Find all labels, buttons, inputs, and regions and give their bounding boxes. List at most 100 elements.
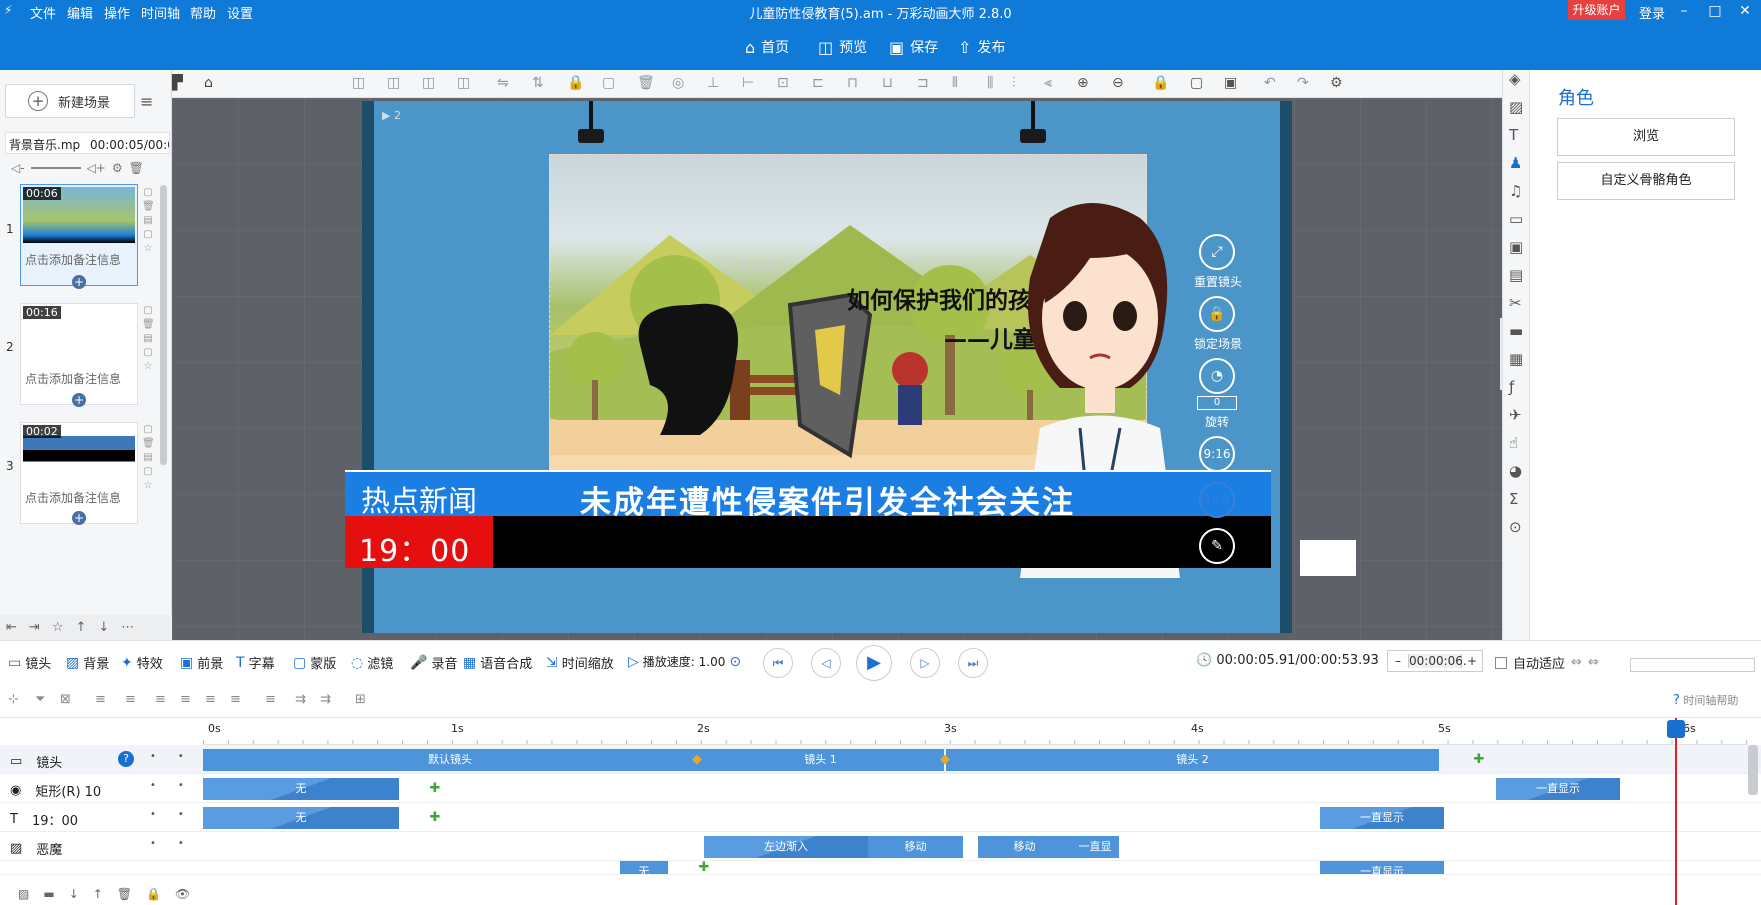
rotate-value[interactable]: 0 [1197,396,1237,410]
custom-skeleton-role-button[interactable]: 自定义骨骼角色 [1557,162,1735,200]
play-icon[interactable]: ▶ [856,645,892,681]
minimap[interactable] [1300,540,1356,576]
maximize-icon[interactable]: □ [1703,1,1727,21]
track-toggles[interactable]: •• [150,751,206,762]
upgrade-account-button[interactable]: 升级账户 [1568,0,1625,20]
minimize-icon[interactable]: – [1672,1,1696,21]
time-bar[interactable]: 19：00 [345,516,1271,569]
add-keyframe-icon[interactable]: ✚ [697,861,711,874]
distribute-icon[interactable]: ⫶ [1012,75,1016,91]
menu-help[interactable]: 帮助 [190,3,216,22]
scene-scrollbar[interactable] [160,185,167,465]
news-banner[interactable]: 热点新闻 未成年遭性侵案件引发全社会关注 [345,470,1271,521]
lock-icon[interactable]: 🔒 [567,75,584,91]
add-scene-icon[interactable]: + [72,275,86,289]
edit-icon[interactable]: ✎ [1199,528,1235,564]
scene-actions[interactable]: ▢ 🗑 ▤ ▢ ☆ [142,304,155,374]
speed-more-icon[interactable]: ⊙ [729,654,741,670]
background-tool[interactable]: ▨ 背景 [66,653,109,673]
zoom-out-icon[interactable]: ⊖ [1112,75,1124,91]
keyframe-icon[interactable]: ◆ [938,753,952,767]
camera-clip-2[interactable]: 镜头 2 [946,749,1439,771]
settings-icon[interactable]: ⚙ [1330,75,1343,91]
partial-clip[interactable]: 无 [620,861,668,874]
visibility-icon[interactable]: 👁 [175,887,190,901]
scene-note[interactable]: 点击添加备注信息 [25,489,133,506]
align-icon[interactable]: ≡ [155,692,166,707]
close-icon[interactable]: ✕ [1733,1,1757,21]
speed-tool[interactable]: ▷ 播放速度: 1.00 ⊙ [628,653,741,670]
paste-icon[interactable]: ▣ [1224,75,1237,91]
ratio-916-button[interactable]: 9:16 [1199,436,1235,472]
menu-file[interactable]: 文件 [30,3,56,22]
align-icon[interactable]: ⊏ [812,75,824,91]
playhead[interactable] [1675,718,1677,905]
menu-timeline[interactable]: 时间轴 [141,3,180,22]
music-track[interactable]: 背景音乐.mp 00:00:05/00:02:03 [5,132,170,154]
more-icon[interactable]: ⋯ [121,620,134,635]
menu-settings[interactable]: 设置 [227,3,253,22]
playhead-handle[interactable] [1667,720,1685,738]
partial-clip[interactable]: 一直显示 [1320,861,1444,874]
delete-icon[interactable]: 🗑 [117,887,132,901]
chart-icon[interactable]: ◕ [1509,462,1522,480]
lock-icon[interactable]: 🔒 [1152,75,1169,91]
menu-edit[interactable]: 编辑 [67,3,93,22]
add-keyframe-icon[interactable]: ✚ [428,782,442,796]
align-icon[interactable]: ≡ [265,692,276,707]
prev-frame-icon[interactable]: ◁ [811,648,841,678]
mask-tool[interactable]: ▢ 蒙版 [293,653,336,673]
camera-clip-1[interactable]: 镜头 1 [697,749,944,771]
volume-slider[interactable] [30,167,81,169]
volume-up-icon[interactable]: ◁+ [87,161,106,175]
align-icon[interactable]: ⊓ [847,75,858,91]
scene-note[interactable]: 点击添加备注信息 [25,251,133,268]
next-frame-icon[interactable]: ▷ [910,648,940,678]
format-painter-icon[interactable]: ▛ [172,75,183,91]
scene-note[interactable]: 点击添加备注信息 [25,370,133,387]
distribute-icon[interactable]: ⇉ [295,692,306,707]
browse-roles-button[interactable]: 浏览 [1557,118,1735,156]
zoom-in-icon[interactable]: ⊕ [1077,75,1089,91]
track-row-rect[interactable]: ◉ 矩形(R) 10 •• 无 ✚ 一直显示 [0,774,1761,803]
tool-icon[interactable]: ✂ [1509,294,1522,312]
flip-icon[interactable]: ⇅ [532,75,544,91]
prev-scene-icon[interactable]: ⏮ [763,648,793,678]
special-icon[interactable]: ▣ [1509,238,1523,256]
record-tool[interactable]: 🎤 录音 [410,653,457,673]
distribute-icon[interactable]: ⇉ [320,692,331,707]
move-down-icon[interactable]: ↓ [98,620,109,635]
sigma-icon[interactable]: Σ [1509,490,1518,508]
effects-tool[interactable]: ✦ 特效 [121,653,163,673]
rotate-icon[interactable]: ◔ [1199,358,1235,394]
align-icon[interactable]: ⊐ [917,75,929,91]
volume-down-icon[interactable]: ◁- [11,161,25,175]
home-view-icon[interactable]: ⌂ [204,75,213,91]
align-icon[interactable]: ⊔ [882,75,893,91]
scene-actions[interactable]: ▢ 🗑 ▤ ▢ ☆ [142,423,155,493]
more-icon[interactable]: ⊙ [1509,518,1522,536]
zoom-in-icon[interactable]: ⇔ [1588,655,1599,670]
lock-scene-icon[interactable]: 🔒 [1199,296,1235,332]
layer-icon[interactable]: ◫ [457,75,470,91]
export-icon[interactable]: ⇥ [29,620,40,635]
track-toggles[interactable]: •• [150,780,206,791]
camera-tool[interactable]: ▭ 镜头 [8,653,51,673]
track-row-devil[interactable]: ▨ 恶魔 •• 左边渐入 移动 移动 一直显 [0,832,1761,861]
add-scene-icon[interactable]: + [72,511,86,525]
scene-actions[interactable]: ▢ 🗑 ▤ ▢ ☆ [142,186,155,256]
move-down-icon[interactable]: ↓ [69,887,79,901]
tts-tool[interactable]: ▦ 语音合成 [463,653,532,673]
auto-fit-toggle[interactable]: 自动适应 ⇔ ⇔ [1495,653,1599,672]
music-delete-icon[interactable]: 🗑 [129,161,144,175]
timeline-help-link[interactable]: ? 时间轴帮助 [1673,692,1738,708]
align-icon[interactable]: ⊡ [777,75,789,91]
folder-icon[interactable]: ▬ [1509,322,1523,340]
star-icon[interactable]: ☆ [52,620,64,635]
shape-icon[interactable]: ◈ [1509,70,1521,88]
auto-fit-checkbox[interactable] [1495,656,1507,669]
clock-clip-always[interactable]: 一直显示 [1320,807,1444,829]
layer-icon[interactable]: ◫ [387,75,400,91]
ratio-169-button[interactable]: 16:9 [1199,482,1235,518]
track-toggles[interactable]: •• [150,838,206,849]
